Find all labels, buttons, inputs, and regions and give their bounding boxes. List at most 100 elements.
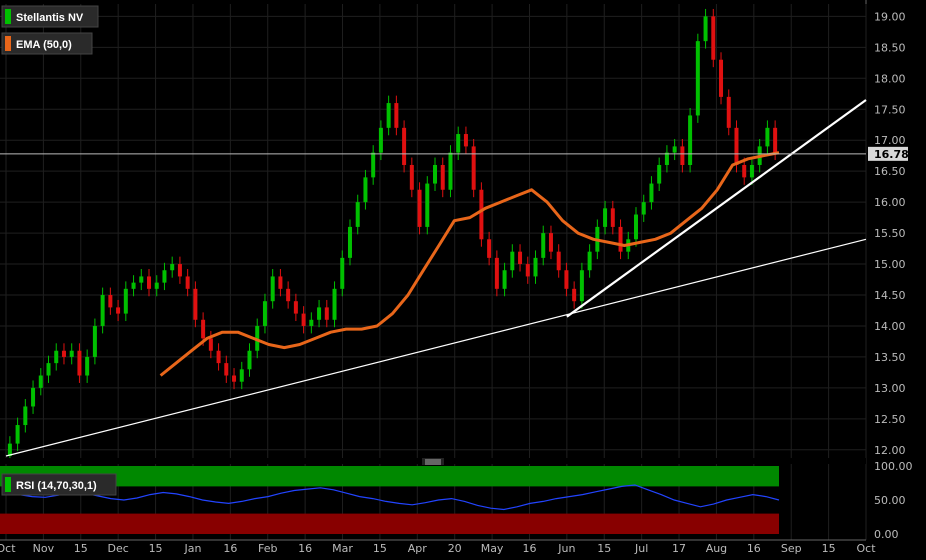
- candle-body: [734, 127, 739, 165]
- candle-body: [765, 127, 770, 147]
- candle-body: [108, 295, 113, 308]
- candle-body: [116, 307, 121, 314]
- candle-body: [711, 16, 716, 60]
- candle-body: [23, 406, 28, 426]
- last-price-value: 16.78: [874, 148, 909, 161]
- candle-body: [193, 288, 198, 320]
- candle-body: [494, 257, 499, 289]
- candle-body: [664, 152, 669, 165]
- candle-body: [417, 189, 422, 227]
- candle-body: [31, 387, 36, 407]
- candle-body: [448, 152, 453, 190]
- price-tick-label: 19.00: [874, 10, 906, 23]
- candle-body: [309, 319, 314, 326]
- candle-body: [386, 103, 391, 128]
- candle-body: [541, 233, 546, 258]
- candle-body: [239, 369, 244, 382]
- candle-body: [703, 16, 708, 42]
- candle-body: [719, 59, 724, 97]
- time-tick-label: Sep: [781, 542, 802, 555]
- price-tick-label: 14.00: [874, 320, 906, 333]
- candle-body: [92, 325, 97, 357]
- candle-body: [463, 134, 468, 147]
- candle-body: [371, 152, 376, 178]
- time-tick-label: 15: [822, 542, 836, 555]
- candle-body: [46, 363, 51, 376]
- candle-body: [579, 270, 584, 302]
- legend-ema[interactable]: EMA (50,0): [1, 32, 93, 55]
- price-tick-label: 18.50: [874, 41, 906, 54]
- time-tick-label: Aug: [706, 542, 727, 555]
- candle-body: [657, 164, 662, 184]
- candle-body: [262, 301, 267, 326]
- candle-body: [610, 208, 615, 227]
- time-tick-label: 15: [597, 542, 611, 555]
- legend-ema-swatch: [5, 36, 11, 51]
- candle-body: [38, 375, 43, 388]
- candle-body: [603, 208, 608, 227]
- candle-body: [185, 276, 190, 289]
- candle-body: [177, 264, 182, 277]
- candle-body: [749, 164, 754, 178]
- pane-resize-handle[interactable]: [422, 458, 444, 465]
- price-tick-label: 12.50: [874, 413, 906, 426]
- time-tick-label: Jun: [557, 542, 575, 555]
- candle-body: [433, 164, 438, 184]
- candle-body: [77, 350, 82, 376]
- candle-body: [216, 350, 221, 364]
- candle-body: [409, 164, 414, 190]
- candle-body: [672, 146, 677, 153]
- candle-body: [518, 251, 523, 265]
- candle-body: [618, 226, 623, 252]
- candle-body: [587, 251, 592, 271]
- candle-body: [162, 270, 167, 283]
- legend-symbol[interactable]: Stellantis NV: [1, 5, 99, 28]
- candle-body: [355, 202, 360, 227]
- price-tick-label: 12.00: [874, 444, 906, 457]
- candle-body: [564, 270, 569, 289]
- candle-body: [742, 164, 747, 178]
- candle-body: [293, 301, 298, 314]
- rsi-overbought-band: [0, 466, 779, 487]
- time-tick-label: 15: [149, 542, 163, 555]
- price-tick-label: 15.00: [874, 258, 906, 271]
- time-tick-label: 16: [223, 542, 237, 555]
- time-tick-label: Mar: [332, 542, 353, 555]
- candle-body: [572, 288, 577, 302]
- time-tick-label: Dec: [108, 542, 129, 555]
- candle-body: [471, 146, 476, 190]
- candle-body: [456, 134, 461, 153]
- price-tick-label: 16.00: [874, 196, 906, 209]
- candle-body: [347, 226, 352, 258]
- legend-rsi[interactable]: RSI (14,70,30,1): [1, 473, 117, 496]
- price-tick-label: 18.00: [874, 72, 906, 85]
- candle-body: [123, 288, 128, 314]
- legend-rsi-label: RSI (14,70,30,1): [16, 480, 97, 492]
- candle-body: [54, 350, 59, 364]
- candle-body: [479, 189, 484, 240]
- price-tick-label: 15.50: [874, 227, 906, 240]
- price-tick-label: 17.50: [874, 103, 906, 116]
- rsi-tick-label: 50.00: [874, 494, 906, 507]
- candle-body: [510, 251, 515, 271]
- candle-body: [170, 264, 175, 271]
- candle-body: [649, 183, 654, 203]
- candle-body: [688, 115, 693, 165]
- candle-body: [340, 257, 345, 289]
- candle-body: [525, 264, 530, 277]
- time-tick-label: 16: [747, 542, 761, 555]
- time-tick-label: Nov: [33, 542, 55, 555]
- candle-body: [139, 276, 144, 283]
- time-tick-label: 15: [373, 542, 387, 555]
- candle-body: [332, 288, 337, 320]
- legend-symbol-swatch: [5, 9, 11, 24]
- candle-body: [286, 288, 291, 302]
- candle-body: [402, 127, 407, 165]
- legend-symbol-label: Stellantis NV: [16, 12, 84, 24]
- price-axis: 19.00 18.50 18.00 17.50 17.00 16.50 16.00 15.50…: [874, 10, 906, 456]
- candle-body: [147, 276, 152, 289]
- time-tick-label: Oct: [856, 542, 876, 555]
- candle-body: [100, 295, 105, 326]
- time-tick-label: Feb: [258, 542, 277, 555]
- rsi-tick-label: 0.00: [874, 528, 899, 541]
